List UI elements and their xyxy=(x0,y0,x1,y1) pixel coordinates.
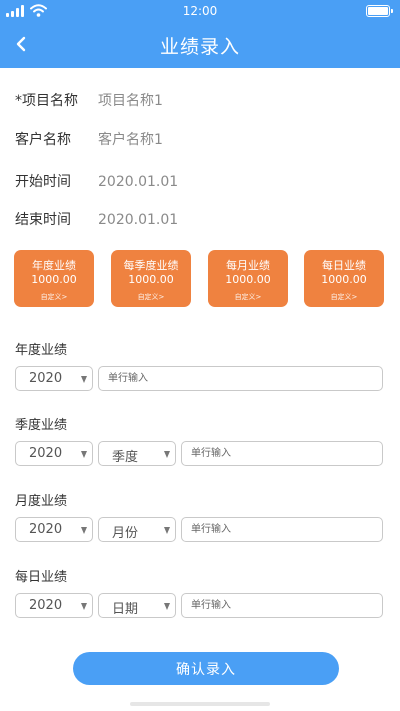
dropdown-arrow-icon xyxy=(81,603,87,610)
quarterly-year-select[interactable]: 2020 xyxy=(15,441,93,466)
quarterly-section-title: 季度业绩 xyxy=(15,418,68,433)
monthly-performance-card[interactable]: 每月业绩 1000.00 自定义> xyxy=(208,250,288,307)
start-time-value[interactable]: 2020.01.01 xyxy=(98,170,178,194)
stat-card-title: 每日业绩 xyxy=(322,259,366,272)
stat-card-value: 1000.00 xyxy=(225,273,271,286)
dropdown-arrow-icon xyxy=(164,451,170,458)
stat-card-custom-link[interactable]: 自定义> xyxy=(208,292,288,302)
daily-year-select[interactable]: 2020 xyxy=(15,593,93,618)
daily-section-title: 每日业绩 xyxy=(15,570,68,585)
status-time: 12:00 xyxy=(182,4,218,18)
stat-card-custom-link[interactable]: 自定义> xyxy=(14,292,94,302)
stat-card-value: 1000.00 xyxy=(128,273,174,286)
client-name-value[interactable]: 客户名称1 xyxy=(98,128,163,152)
stat-card-title: 年度业绩 xyxy=(32,259,76,272)
navigation-header: 12:00 业绩录入 xyxy=(0,0,400,68)
stat-card-custom-link[interactable]: 自定义> xyxy=(111,292,191,302)
dropdown-arrow-icon xyxy=(81,451,87,458)
month-value: 月份 xyxy=(112,526,139,541)
quarter-value: 季度 xyxy=(112,450,139,465)
date-value: 日期 xyxy=(112,602,139,617)
daily-performance-card[interactable]: 每日业绩 1000.00 自定义> xyxy=(304,250,384,307)
confirm-submit-button[interactable]: 确认录入 xyxy=(73,652,339,685)
project-name-value[interactable]: 项目名称1 xyxy=(98,89,163,113)
home-indicator xyxy=(130,702,270,706)
stat-card-custom-link[interactable]: 自定义> xyxy=(304,292,384,302)
start-time-row: 开始时间 2020.01.01 xyxy=(15,170,385,194)
quarterly-year-value: 2020 xyxy=(29,446,63,461)
quarter-select[interactable]: 季度 xyxy=(98,441,176,466)
page-title: 业绩录入 xyxy=(159,36,240,58)
start-time-label: 开始时间 xyxy=(15,174,71,190)
date-select[interactable]: 日期 xyxy=(98,593,176,618)
annual-value-input[interactable] xyxy=(98,366,383,391)
dropdown-arrow-icon xyxy=(81,376,87,383)
client-name-row: 客户名称 客户名称1 xyxy=(15,128,385,152)
battery-icon xyxy=(366,5,393,17)
monthly-value-input[interactable] xyxy=(181,517,383,542)
project-name-row: *项目名称 项目名称1 xyxy=(15,89,385,113)
end-time-row: 结束时间 2020.01.01 xyxy=(15,208,385,232)
monthly-year-select[interactable]: 2020 xyxy=(15,517,93,542)
dropdown-arrow-icon xyxy=(164,603,170,610)
stat-card-value: 1000.00 xyxy=(321,273,367,286)
stat-card-title: 每季度业绩 xyxy=(123,259,179,272)
annual-year-value: 2020 xyxy=(29,371,63,386)
month-select[interactable]: 月份 xyxy=(98,517,176,542)
client-name-label: 客户名称 xyxy=(15,132,71,148)
project-name-label: *项目名称 xyxy=(15,93,78,109)
monthly-year-value: 2020 xyxy=(29,522,63,537)
quarterly-performance-card[interactable]: 每季度业绩 1000.00 自定义> xyxy=(111,250,191,307)
daily-value-input[interactable] xyxy=(181,593,383,618)
quarterly-value-input[interactable] xyxy=(181,441,383,466)
dropdown-arrow-icon xyxy=(81,527,87,534)
annual-year-select[interactable]: 2020 xyxy=(15,366,93,391)
end-time-value[interactable]: 2020.01.01 xyxy=(98,208,178,232)
end-time-label: 结束时间 xyxy=(15,212,71,228)
stat-card-value: 1000.00 xyxy=(31,273,77,286)
annual-performance-card[interactable]: 年度业绩 1000.00 自定义> xyxy=(14,250,94,307)
annual-section-title: 年度业绩 xyxy=(15,343,68,358)
dropdown-arrow-icon xyxy=(164,527,170,534)
status-bar: 12:00 xyxy=(0,0,400,22)
stat-card-title: 每月业绩 xyxy=(226,259,270,272)
daily-year-value: 2020 xyxy=(29,598,63,613)
monthly-section-title: 月度业绩 xyxy=(15,494,68,509)
